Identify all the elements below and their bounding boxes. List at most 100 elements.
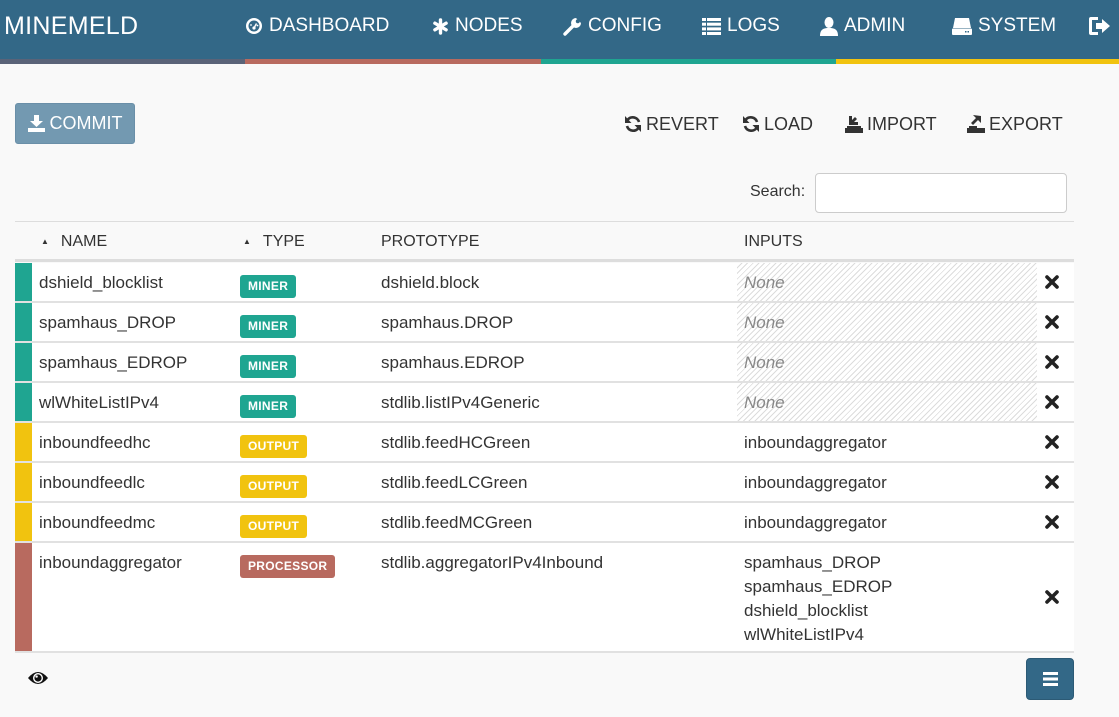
table-row[interactable]: inboundfeedlc OUTPUT stdlib.feedLCGreen inb… — [15, 463, 1074, 503]
node-type-badge: PROCESSOR — [240, 555, 336, 578]
table-row[interactable]: inboundaggregator PROCESSOR stdlib.aggrega… — [15, 543, 1074, 653]
node-name: wlWhiteListIPv4 — [39, 393, 159, 412]
column-header-prototype: PROTOTYPE — [381, 232, 479, 252]
node-prototype: spamhaus.DROP — [381, 313, 514, 332]
close-icon — [1045, 275, 1059, 289]
nav-nodes[interactable]: NODES — [432, 10, 523, 42]
delete-node-button[interactable] — [1042, 423, 1062, 461]
nav-config-label: CONFIG — [588, 15, 662, 36]
node-prototype: stdlib.feedLCGreen — [381, 473, 528, 492]
node-prototype: stdlib.aggregatorIPv4Inbound — [381, 553, 604, 572]
delete-node-button[interactable] — [1042, 463, 1062, 501]
node-type-color-bar — [15, 263, 32, 301]
column-type-label: TYPE — [262, 233, 305, 250]
export-button[interactable]: EXPORT — [967, 110, 1063, 138]
asterisk-icon — [433, 17, 448, 35]
node-type-cell: OUTPUT — [240, 473, 308, 498]
nav-strip-segment — [836, 59, 1119, 64]
list-icon — [702, 17, 721, 35]
nav-strip-segment — [0, 59, 245, 64]
input-node-name: inboundaggregator — [744, 473, 887, 492]
delete-node-button[interactable] — [1042, 383, 1062, 421]
search-label: Search: — [750, 183, 806, 200]
input-node-name: inboundaggregator — [744, 513, 887, 532]
commit-button[interactable]: COMMIT — [15, 103, 135, 144]
node-name: dshield_blocklist — [39, 273, 163, 292]
node-name: inboundfeedmc — [39, 513, 156, 532]
node-type-color-bar — [15, 383, 32, 421]
node-type-badge: OUTPUT — [240, 515, 308, 538]
import-button[interactable]: IMPORT — [845, 110, 937, 138]
download-icon — [27, 115, 45, 132]
node-type-color-bar — [15, 343, 32, 381]
table-body: dshield_blocklist MINER dshield.block None s… — [15, 263, 1074, 653]
load-label: LOAD — [764, 114, 814, 134]
brand-logo[interactable]: MINEMELD — [4, 10, 138, 42]
close-icon — [1045, 590, 1059, 604]
delete-node-button[interactable] — [1042, 303, 1062, 341]
input-node-name: wlWhiteListIPv4 — [744, 625, 864, 644]
node-name: spamhaus_DROP — [39, 313, 177, 332]
user-icon — [820, 16, 838, 36]
nav-admin[interactable]: ADMIN — [820, 10, 905, 42]
nav-dashboard[interactable]: DASHBOARD — [245, 10, 389, 42]
column-header-name[interactable]: ▲ NAME — [41, 232, 107, 252]
input-node-name: spamhaus_EDROP — [744, 577, 893, 596]
sort-asc-icon: ▲ — [243, 237, 251, 246]
node-type-color-bar — [15, 303, 32, 341]
nav-system[interactable]: SYSTEM — [952, 10, 1056, 42]
hdd-icon — [952, 17, 972, 35]
node-type-cell: MINER — [240, 353, 297, 378]
node-type-badge: MINER — [240, 355, 297, 378]
node-type-color-bar — [15, 543, 32, 651]
import-label: IMPORT — [867, 114, 937, 134]
table-row[interactable]: inboundfeedmc OUTPUT stdlib.feedMCGreen inb… — [15, 503, 1074, 543]
node-type-color-bar — [15, 423, 32, 461]
node-inputs: None — [737, 343, 1037, 381]
nav-dashboard-label: DASHBOARD — [269, 15, 390, 36]
input-node-name: spamhaus_DROP — [744, 553, 882, 572]
eye-icon — [28, 672, 48, 684]
node-name: inboundfeedlc — [39, 473, 145, 492]
column-header-type[interactable]: ▲ TYPE — [243, 232, 305, 252]
node-type-badge: MINER — [240, 275, 297, 298]
nav-strip-segment — [541, 59, 836, 64]
node-name: inboundfeedhc — [39, 433, 151, 452]
nav-nodes-label: NODES — [455, 15, 523, 36]
node-prototype: stdlib.feedHCGreen — [381, 433, 531, 452]
table-row[interactable]: spamhaus_EDROP MINER spamhaus.EDROP None — [15, 343, 1074, 383]
toggle-visibility-button[interactable] — [28, 670, 48, 691]
inputs-none-label: None — [744, 353, 785, 372]
nav-config[interactable]: CONFIG — [563, 10, 662, 42]
nav-logs[interactable]: LOGS — [702, 10, 780, 42]
node-name: inboundaggregator — [39, 553, 182, 572]
refresh-icon — [625, 116, 641, 132]
table-row[interactable]: spamhaus_DROP MINER spamhaus.DROP None — [15, 303, 1074, 343]
revert-button[interactable]: REVERT — [624, 110, 719, 138]
column-name-label: NAME — [60, 233, 108, 250]
logout-button[interactable] — [1089, 10, 1117, 42]
import-icon — [845, 116, 863, 133]
nav-logs-label: LOGS — [727, 15, 780, 36]
delete-node-button[interactable] — [1042, 543, 1062, 651]
delete-node-button[interactable] — [1042, 503, 1062, 541]
input-node-name: inboundaggregator — [744, 433, 887, 452]
wrench-icon — [563, 17, 581, 36]
input-node-name: dshield_blocklist — [744, 601, 868, 620]
table-row[interactable]: dshield_blocklist MINER dshield.block None — [15, 263, 1074, 303]
sort-asc-icon: ▲ — [41, 237, 49, 246]
close-icon — [1045, 435, 1059, 449]
table-row[interactable]: inboundfeedhc OUTPUT stdlib.feedHCGreen inb… — [15, 423, 1074, 463]
node-inputs: inboundaggregator — [737, 503, 1037, 541]
node-type-cell: MINER — [240, 313, 297, 338]
node-inputs: spamhaus_DROP spamhaus_EDROP dshield_block… — [737, 543, 1037, 651]
column-inputs-label: INPUTS — [744, 233, 803, 250]
delete-node-button[interactable] — [1042, 343, 1062, 381]
search-input[interactable] — [815, 173, 1067, 213]
table-row[interactable]: wlWhiteListIPv4 MINER stdlib.listIPv4Gener… — [15, 383, 1074, 423]
node-type-badge: OUTPUT — [240, 435, 308, 458]
load-button[interactable]: LOAD — [742, 110, 813, 138]
menu-button[interactable] — [1026, 658, 1074, 700]
inputs-none-label: None — [744, 313, 785, 332]
delete-node-button[interactable] — [1042, 263, 1062, 301]
